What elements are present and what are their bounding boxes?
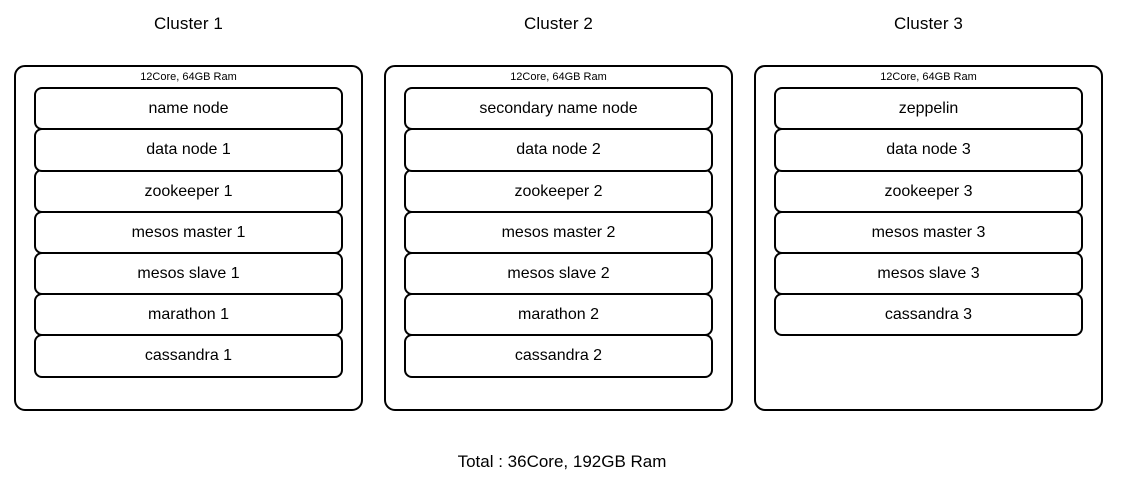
node-box[interactable]: secondary name node — [404, 87, 713, 131]
node-stack: secondary name node data node 2 zookeeper … — [404, 87, 713, 378]
node-label: mesos master 3 — [871, 223, 986, 241]
node-box[interactable]: cassandra 2 — [404, 334, 713, 378]
node-box[interactable]: cassandra 1 — [34, 334, 343, 378]
node-box[interactable]: marathon 1 — [34, 293, 343, 337]
node-box[interactable]: mesos slave 3 — [774, 251, 1083, 296]
node-label: marathon 1 — [148, 306, 229, 324]
node-label: marathon 2 — [518, 306, 599, 324]
cluster-spec-label: 12Core, 64GB Ram — [510, 71, 607, 83]
node-stack: zeppelin data node 3 zookeeper 3 mesos mast… — [774, 87, 1083, 337]
node-box[interactable]: marathon 2 — [404, 293, 713, 337]
cluster-spec-label: 12Core, 64GB Ram — [880, 71, 977, 83]
node-label: data node 1 — [146, 141, 231, 159]
node-label: zookeeper 3 — [884, 182, 973, 200]
node-label: mesos slave 1 — [137, 265, 240, 282]
node-box[interactable]: cassandra 3 — [774, 293, 1083, 337]
node-box[interactable]: mesos master 1 — [34, 210, 343, 254]
node-box[interactable]: zookeeper 2 — [404, 169, 713, 213]
cluster-container: 12Core, 64GB Ram secondary name node data … — [384, 65, 733, 411]
node-label: mesos master 2 — [501, 223, 616, 241]
node-label: zeppelin — [898, 100, 959, 118]
node-label: secondary name node — [479, 100, 638, 118]
node-label: mesos slave 2 — [507, 265, 610, 282]
cluster-title: Cluster 2 — [524, 14, 593, 33]
node-label: name node — [148, 100, 229, 118]
node-box[interactable]: name node — [34, 87, 343, 131]
node-box[interactable]: zookeeper 3 — [774, 169, 1083, 213]
cluster-spec-label: 12Core, 64GB Ram — [140, 71, 237, 83]
node-label: cassandra 2 — [514, 347, 603, 365]
node-box[interactable]: mesos master 3 — [774, 210, 1083, 254]
node-box[interactable]: zookeeper 1 — [34, 169, 343, 213]
node-label: mesos slave 3 — [877, 265, 980, 282]
node-box[interactable]: mesos slave 2 — [404, 251, 713, 296]
node-box[interactable]: data node 3 — [774, 128, 1083, 172]
node-stack: name node data node 1 zookeeper 1 mesos mas… — [34, 87, 343, 378]
node-box[interactable]: zeppelin — [774, 87, 1083, 131]
cluster-title: Cluster 1 — [154, 14, 223, 33]
cluster-container: 12Core, 64GB Ram name node data node 1 zook… — [14, 65, 363, 411]
node-box[interactable]: mesos master 2 — [404, 210, 713, 254]
total-resources-label: Total : 36Core, 192GB Ram — [457, 452, 667, 471]
node-label: cassandra 1 — [144, 347, 233, 365]
cluster-container: 12Core, 64GB Ram zeppelin data node 3 zooke… — [754, 65, 1103, 411]
node-label: zookeeper 2 — [514, 182, 603, 200]
node-box[interactable]: data node 1 — [34, 128, 343, 172]
cluster-title: Cluster 3 — [894, 14, 963, 33]
node-box[interactable]: data node 2 — [404, 128, 713, 172]
node-label: data node 2 — [516, 141, 601, 159]
node-label: mesos master 1 — [131, 223, 246, 241]
node-label: zookeeper 1 — [144, 182, 233, 200]
node-label: data node 3 — [886, 141, 971, 159]
node-box[interactable]: mesos slave 1 — [34, 251, 343, 296]
node-label: cassandra 3 — [884, 306, 973, 324]
cluster-architecture-diagram: Cluster 1 12Core, 64GB Ram name node data n… — [0, 0, 1124, 504]
